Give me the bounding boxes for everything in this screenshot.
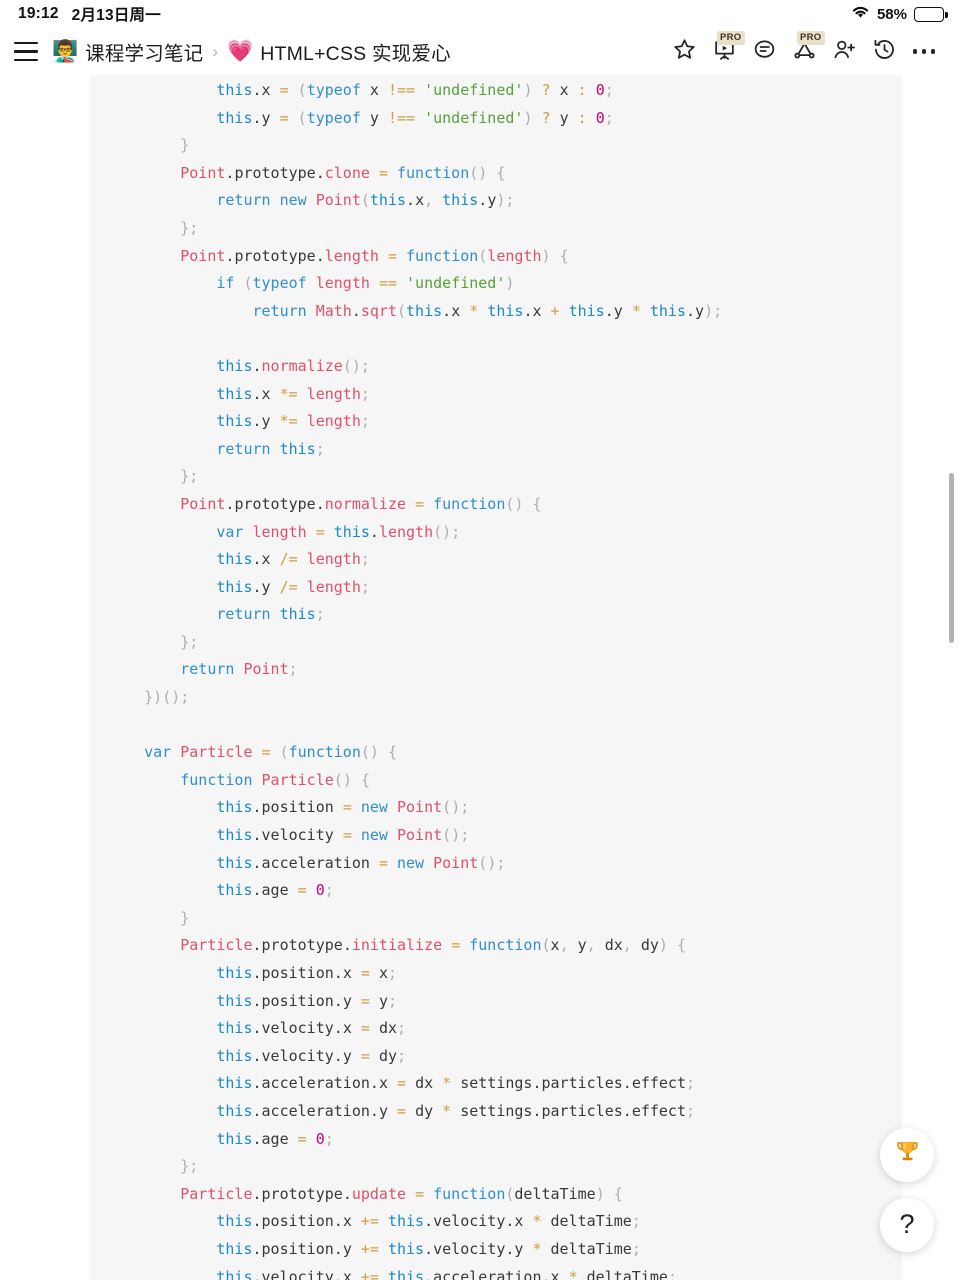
status-bar: 19:12 2月13日周一 58% bbox=[0, 0, 960, 28]
vertical-scrollbar[interactable] bbox=[949, 473, 954, 643]
breadcrumb-item-notebook[interactable]: 👨‍🏫 课程学习笔记 bbox=[52, 37, 203, 66]
breadcrumb-label-page: HTML+CSS 实现爱心 bbox=[260, 43, 451, 65]
app-header: 👨‍🏫 课程学习笔记 › 💗 HTML+CSS 实现爱心 bbox=[0, 28, 960, 75]
share-add-person-button[interactable] bbox=[824, 32, 864, 72]
favorite-star-button[interactable] bbox=[664, 32, 704, 72]
comment-button[interactable] bbox=[744, 32, 784, 72]
code-block[interactable]: this.x = (typeof x !== 'undefined') ? x … bbox=[90, 75, 902, 1280]
status-date: 2月13日周一 bbox=[71, 7, 161, 24]
battery-percent-label: 58% bbox=[876, 5, 907, 23]
history-clock-icon bbox=[872, 37, 897, 67]
breadcrumb-item-page[interactable]: 💗 HTML+CSS 实现爱心 bbox=[227, 37, 451, 66]
person-add-icon bbox=[832, 37, 857, 67]
note-app-screen: 19:12 2月13日周一 58% 👨‍🏫 课程学习 bbox=[0, 0, 960, 1280]
status-bar-left: 19:12 2月13日周一 bbox=[18, 3, 161, 25]
comment-icon bbox=[752, 37, 777, 67]
more-horizontal-icon bbox=[912, 49, 936, 54]
header-toolbar: PRO PRO bbox=[664, 30, 944, 72]
status-time: 19:12 bbox=[18, 5, 59, 22]
more-options-button[interactable] bbox=[904, 32, 944, 72]
status-bar-right: 58% bbox=[851, 5, 948, 24]
wifi-icon bbox=[851, 5, 870, 24]
breadcrumb-label-notebook: 课程学习笔记 bbox=[85, 43, 204, 65]
hamburger-menu-icon[interactable] bbox=[14, 42, 38, 61]
trophy-button[interactable] bbox=[880, 1128, 934, 1182]
breadcrumb-separator-icon: › bbox=[212, 41, 219, 61]
note-content-area[interactable]: this.x = (typeof x !== 'undefined') ? x … bbox=[0, 75, 960, 1280]
star-icon bbox=[672, 37, 697, 67]
mindmap-button[interactable]: PRO bbox=[784, 30, 825, 72]
help-button[interactable]: ? bbox=[880, 1198, 934, 1252]
history-button[interactable] bbox=[864, 32, 904, 72]
heart-emoji: 💗 bbox=[227, 40, 254, 63]
pro-badge-presentation: PRO bbox=[716, 30, 745, 45]
pro-badge-mindmap: PRO bbox=[796, 30, 825, 45]
code-text: this.x = (typeof x !== 'undefined') ? x … bbox=[144, 81, 723, 1280]
trophy-icon bbox=[893, 1138, 922, 1172]
battery-icon bbox=[914, 6, 948, 22]
question-mark-icon: ? bbox=[899, 1208, 915, 1239]
presentation-button[interactable]: PRO bbox=[704, 30, 745, 72]
teacher-emoji: 👨‍🏫 bbox=[52, 40, 79, 63]
breadcrumb: 👨‍🏫 课程学习笔记 › 💗 HTML+CSS 实现爱心 bbox=[52, 37, 664, 66]
